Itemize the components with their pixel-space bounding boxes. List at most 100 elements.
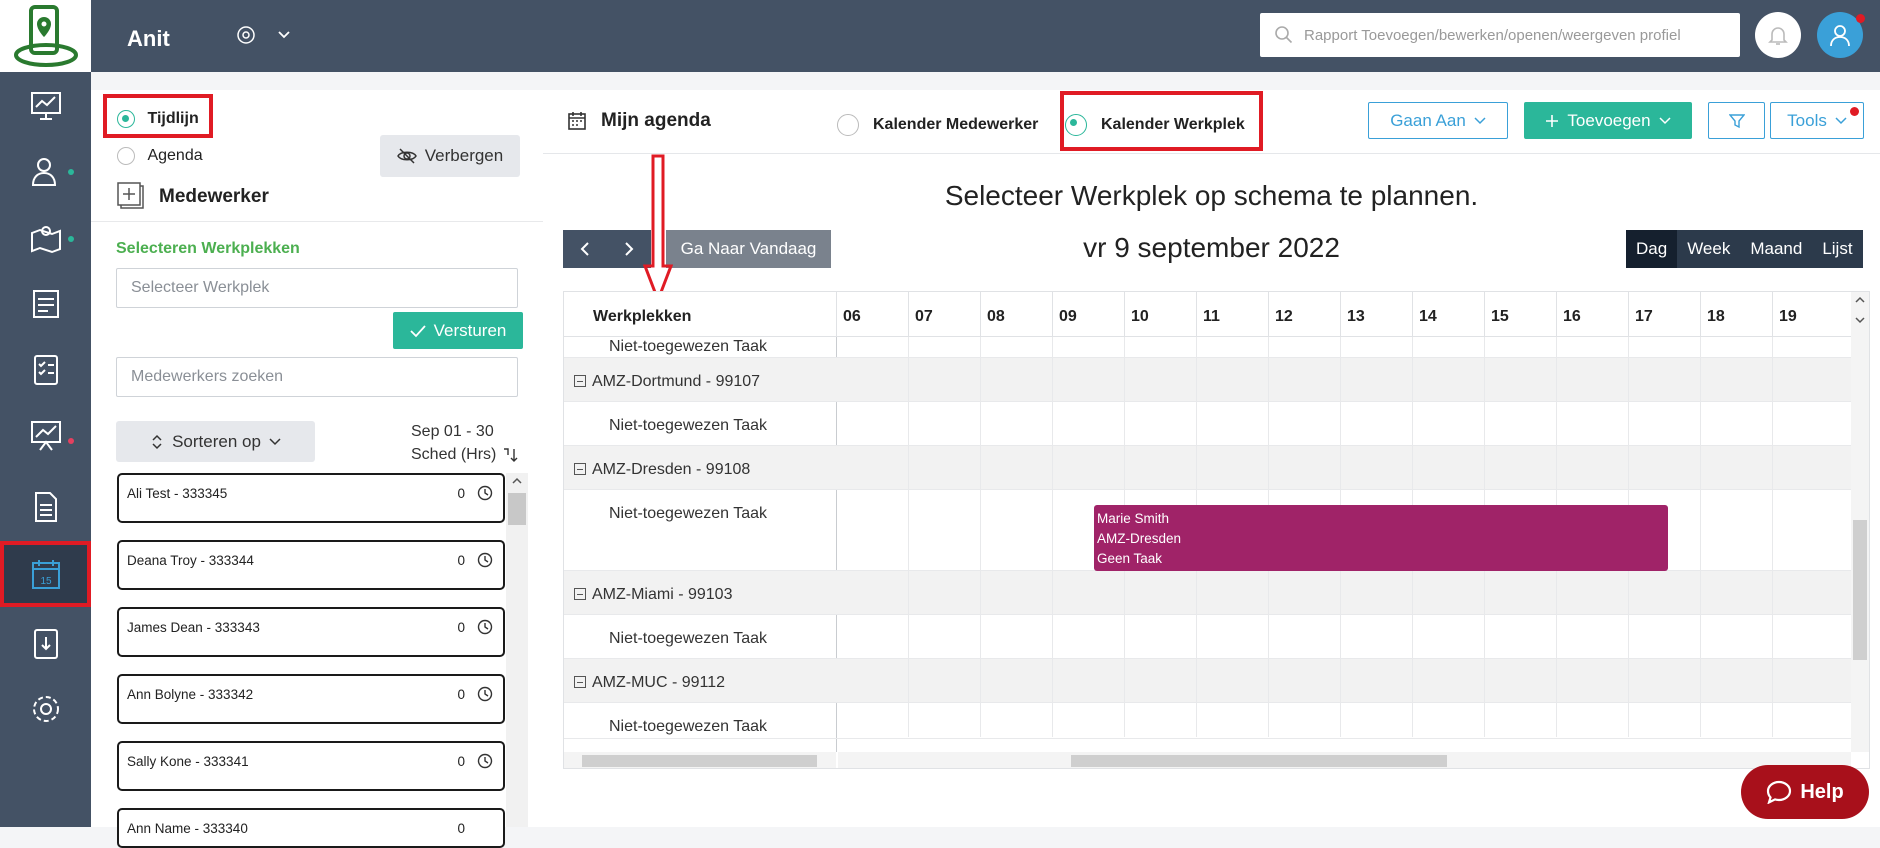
collapse-icon[interactable] — [574, 375, 586, 387]
label-hscrollbar[interactable] — [564, 752, 836, 768]
rail-calendar[interactable]: 15 — [0, 541, 91, 607]
date-range: Sep 01 - 30 — [411, 423, 494, 440]
clock-icon[interactable] — [477, 552, 493, 568]
document-icon — [34, 492, 57, 522]
send-button[interactable]: Versturen — [393, 312, 523, 349]
employee-hours: 0 — [457, 687, 465, 702]
workplace-group[interactable]: AMZ-Dortmund - 99107 — [574, 373, 760, 391]
search-input[interactable] — [1304, 26, 1724, 44]
workplace-select[interactable] — [116, 268, 518, 308]
rail-clipboard[interactable] — [0, 610, 91, 676]
employee-card[interactable]: Ann Bolyne - 333342 0 — [117, 674, 505, 724]
view-list[interactable]: Lijst — [1812, 230, 1862, 268]
hour-label: 12 — [1268, 292, 1340, 337]
workplace-group[interactable]: AMZ-Dresden - 99108 — [574, 461, 750, 479]
hour-label: 13 — [1340, 292, 1412, 337]
employee-card[interactable]: Ali Test - 333345 0 — [117, 473, 505, 523]
event-task: Geen Taak — [1097, 551, 1163, 566]
clock-icon[interactable] — [477, 619, 493, 635]
scrollbar-thumb[interactable] — [508, 493, 526, 525]
collapse-icon[interactable] — [574, 463, 586, 475]
global-search[interactable] — [1260, 13, 1740, 57]
hours-header: 06 07 08 09 10 11 12 13 14 15 16 17 18 1… — [836, 292, 1851, 337]
add-button[interactable]: Toevoegen — [1524, 102, 1692, 139]
clock-icon[interactable] — [477, 753, 493, 769]
collapse-icon[interactable] — [574, 588, 586, 600]
rail-map[interactable] — [0, 204, 91, 270]
employee-card[interactable]: Sally Kone - 333341 0 — [117, 741, 505, 791]
add-employee-icon[interactable] — [117, 182, 147, 212]
rail-reports[interactable] — [0, 402, 91, 468]
rail-settings[interactable] — [0, 676, 91, 742]
sched-hours-header[interactable]: Sched (Hrs) — [411, 446, 518, 464]
scheduled-event[interactable]: Marie Smith AMZ-Dresden Geen Taak — [1094, 505, 1668, 571]
chevron-left-icon — [580, 242, 589, 256]
help-button[interactable]: Help — [1741, 765, 1869, 819]
notifications-button[interactable] — [1755, 12, 1801, 58]
employee-hours: 0 — [457, 821, 465, 836]
hour-label: 17 — [1628, 292, 1700, 337]
rail-checklist[interactable] — [0, 336, 91, 402]
workplace-group[interactable]: AMZ-MUC - 99112 — [574, 674, 725, 692]
workplace-label: AMZ-Dortmund - 99107 — [592, 373, 761, 390]
employee-search[interactable] — [116, 357, 518, 397]
timeline-radio[interactable] — [117, 110, 135, 128]
employee-card[interactable]: Ann Name - 333340 0 — [117, 808, 505, 848]
workplace-select-input[interactable] — [131, 279, 517, 297]
app-logo[interactable] — [0, 0, 91, 72]
view-month[interactable]: Maand — [1740, 230, 1812, 268]
calendar-employee-label: Kalender Medewerker — [873, 116, 1039, 133]
chevron-down-icon[interactable] — [277, 30, 291, 40]
calendar-workplace-radio[interactable] — [1065, 114, 1087, 136]
calendar-workplace-option[interactable]: Kalender Werkplek — [1065, 114, 1245, 136]
rail-documents[interactable] — [0, 474, 91, 540]
today-button[interactable]: Ga Naar Vandaag — [666, 230, 831, 268]
timeline-vscrollbar[interactable] — [1851, 292, 1869, 752]
hide-button[interactable]: Verbergen — [380, 135, 520, 177]
employee-card[interactable]: Deana Troy - 333344 0 — [117, 540, 505, 590]
help-label: Help — [1800, 780, 1844, 803]
view-week[interactable]: Week — [1677, 230, 1740, 268]
view-agenda-option[interactable]: Agenda — [117, 147, 203, 165]
timeline-hscrollbar[interactable] — [838, 752, 1851, 768]
scroll-up-icon[interactable] — [1855, 296, 1865, 304]
rail-tasks[interactable] — [0, 270, 91, 336]
grid-line — [1772, 337, 1773, 737]
company-name: Anit — [127, 26, 170, 51]
rail-dashboard[interactable] — [0, 72, 91, 138]
rail-users[interactable] — [0, 138, 91, 204]
employee-search-input[interactable] — [131, 368, 517, 386]
sort-button[interactable]: Sorteren op — [116, 421, 315, 462]
view-day[interactable]: Dag — [1626, 230, 1678, 268]
company-switch-icon[interactable] — [235, 24, 257, 46]
workplace-group[interactable]: AMZ-Miami - 99103 — [574, 586, 732, 604]
prev-button[interactable] — [563, 230, 607, 268]
employee-list-scrollbar[interactable] — [506, 473, 528, 827]
employee-name: Ali Test - 333345 — [127, 486, 228, 501]
sched-label: Sched (Hrs) — [411, 446, 497, 463]
scrollbar-thumb[interactable] — [1071, 755, 1447, 767]
clock-icon[interactable] — [477, 485, 493, 501]
logo-icon — [13, 5, 78, 67]
agenda-radio[interactable] — [117, 147, 135, 165]
scrollbar-thumb[interactable] — [1853, 520, 1867, 660]
annotation-arrow — [643, 154, 673, 302]
employee-heading: Medewerker — [117, 182, 269, 212]
timeline-group-row — [564, 571, 1851, 615]
clock-icon[interactable] — [477, 686, 493, 702]
scrollbar-thumb[interactable] — [582, 755, 817, 767]
scroll-up-icon[interactable] — [512, 477, 522, 485]
filter-button[interactable] — [1708, 102, 1765, 139]
employee-name: Deana Troy - 333344 — [127, 553, 254, 568]
calendar-employee-radio[interactable] — [837, 114, 859, 136]
calendar-employee-option[interactable]: Kalender Medewerker — [837, 114, 1038, 136]
collapse-icon[interactable] — [574, 676, 586, 688]
tools-button[interactable]: Tools — [1770, 102, 1864, 139]
employee-card[interactable]: James Dean - 333343 0 — [117, 607, 505, 657]
settings-icon — [32, 696, 59, 722]
scroll-down-icon[interactable] — [1855, 316, 1865, 324]
employee-hours: 0 — [457, 754, 465, 769]
view-timeline-option[interactable]: Tijdlijn — [117, 110, 199, 128]
goto-button[interactable]: Gaan Aan — [1368, 102, 1508, 139]
employee-hours: 0 — [457, 553, 465, 568]
